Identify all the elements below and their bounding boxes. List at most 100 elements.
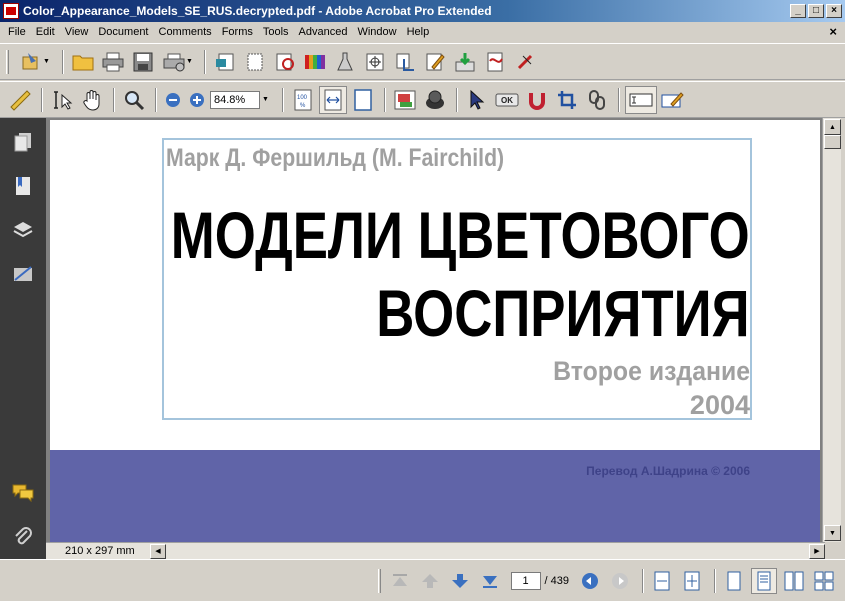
zoom-in-button[interactable] (186, 86, 208, 114)
form-edit-icon (661, 91, 684, 107)
continuous-button[interactable] (751, 567, 777, 594)
fit-page-icon (354, 88, 372, 111)
fix-hairlines-button[interactable] (511, 48, 539, 76)
print-button[interactable] (99, 48, 127, 76)
preflight-button[interactable] (271, 48, 299, 76)
convert-colors-button[interactable] (301, 48, 329, 76)
horizontal-scroll-track[interactable] (166, 544, 809, 559)
maximize-button[interactable]: □ (808, 4, 824, 18)
svg-text:%: % (300, 103, 306, 109)
chevron-down-icon[interactable]: ▼ (262, 96, 269, 103)
fit-page-status-button[interactable] (679, 568, 705, 594)
menu-comments[interactable]: Comments (154, 26, 217, 38)
zoom-in-icon (190, 92, 204, 107)
arrow-down-icon (451, 573, 468, 588)
touchup-button[interactable] (421, 48, 449, 76)
form-field-button[interactable] (659, 86, 687, 114)
first-page-button[interactable] (387, 568, 413, 594)
chevron-down-icon: ▼ (43, 58, 50, 65)
touchup-text-button[interactable] (624, 85, 657, 114)
export-button[interactable] (451, 48, 479, 76)
pages-panel-button[interactable] (11, 130, 35, 154)
select-tool-button[interactable] (48, 86, 76, 114)
svg-text:OK: OK (501, 96, 513, 105)
page-size-label: 210 x 297 mm (65, 545, 135, 557)
attachments-panel-button[interactable] (11, 524, 35, 548)
attach-tool-button[interactable] (583, 86, 611, 114)
output-preview-button[interactable] (211, 48, 239, 76)
menu-window[interactable]: Window (352, 26, 401, 38)
link-tool-button[interactable] (523, 86, 551, 114)
cover-author: Марк Д. Фершильд (M. Fairchild) (166, 144, 505, 172)
menu-view[interactable]: View (60, 26, 94, 38)
trap-presets-button[interactable] (361, 48, 389, 76)
document-viewport[interactable]: Марк Д. Фершильд (M. Fairchild) МОДЕЛИ Ц… (46, 118, 822, 542)
toolbar-grip[interactable] (377, 568, 381, 593)
hand-tool-button[interactable] (78, 86, 106, 114)
back-arrow-icon (582, 572, 598, 589)
scroll-up-button[interactable]: ▲ (824, 119, 841, 135)
actual-size-icon: 100% (294, 89, 312, 110)
ink-manager-button[interactable] (331, 48, 359, 76)
continuous-facing-button[interactable] (811, 568, 837, 594)
menu-advanced[interactable]: Advanced (294, 26, 353, 38)
previous-view-button[interactable] (577, 568, 603, 594)
crop-marks-button[interactable] (241, 48, 269, 76)
scroll-left-button[interactable]: ◀ (150, 543, 166, 559)
scroll-down-button[interactable]: ▼ (824, 525, 841, 541)
separator (455, 87, 458, 112)
vertical-scrollbar[interactable]: ▲ ▼ (822, 118, 841, 542)
select-object-button[interactable] (463, 86, 491, 114)
crop-tool-button[interactable] (553, 86, 581, 114)
menu-help[interactable]: Help (402, 26, 435, 38)
cover-title-line1: МОДЕЛИ ЦВЕТОВОГО (171, 198, 750, 272)
menu-file[interactable]: File (3, 26, 31, 38)
next-view-button[interactable] (607, 568, 633, 594)
continuous-facing-icon (814, 571, 834, 590)
menu-tools[interactable]: Tools (258, 26, 294, 38)
facing-button[interactable] (781, 568, 807, 594)
pdf-optimizer-button[interactable] (481, 48, 509, 76)
paperclip-icon (15, 527, 32, 545)
loupe-button[interactable] (421, 86, 449, 114)
chain-link-icon (588, 89, 605, 110)
close-document-button[interactable]: × (829, 24, 837, 39)
layers-panel-button[interactable] (11, 218, 35, 242)
comments-panel-button[interactable] (11, 481, 35, 505)
previous-page-button[interactable] (417, 568, 443, 594)
button-tool-button[interactable]: OK (493, 86, 521, 114)
menu-forms[interactable]: Forms (217, 26, 258, 38)
minimize-button[interactable]: _ (790, 4, 806, 18)
zoom-level-input[interactable]: 84.8% (210, 90, 260, 109)
menu-document[interactable]: Document (93, 26, 153, 38)
horizontal-scrollbar[interactable]: 210 x 297 mm ◀ ▶ (46, 542, 825, 559)
tasks-button[interactable]: ▼ (15, 48, 55, 76)
fit-width-status-button[interactable] (649, 568, 675, 594)
zoom-out-button[interactable] (162, 86, 184, 114)
pan-zoom-button[interactable] (391, 86, 419, 114)
actual-size-button[interactable]: 100% (289, 86, 317, 114)
close-button[interactable]: × (826, 4, 842, 18)
signatures-panel-button[interactable] (11, 262, 35, 286)
vertical-scroll-thumb[interactable] (824, 135, 841, 149)
toolbar-grip[interactable] (6, 49, 9, 74)
print-setup-button[interactable]: ▼ (159, 48, 197, 76)
open-button[interactable] (69, 48, 97, 76)
menu-edit[interactable]: Edit (31, 26, 60, 38)
magnifier-icon (125, 90, 145, 110)
scroll-right-button[interactable]: ▶ (809, 543, 825, 559)
ruler-button[interactable] (6, 86, 34, 114)
cover-credit: Перевод А.Шадрина © 2006 (586, 464, 750, 478)
last-page-button[interactable] (477, 568, 503, 594)
single-page-button[interactable] (721, 568, 747, 594)
fit-page-button[interactable] (349, 86, 377, 114)
save-button[interactable] (129, 48, 157, 76)
fit-width-button[interactable] (318, 85, 347, 114)
crop-pages-button[interactable] (391, 48, 419, 76)
page-number-input[interactable]: 1 (510, 571, 541, 590)
svg-text:100: 100 (297, 95, 308, 101)
bookmarks-panel-button[interactable] (11, 174, 35, 198)
next-page-button[interactable] (447, 568, 473, 594)
status-bar: 1 / 439 (0, 559, 845, 601)
marquee-zoom-button[interactable] (120, 86, 148, 114)
